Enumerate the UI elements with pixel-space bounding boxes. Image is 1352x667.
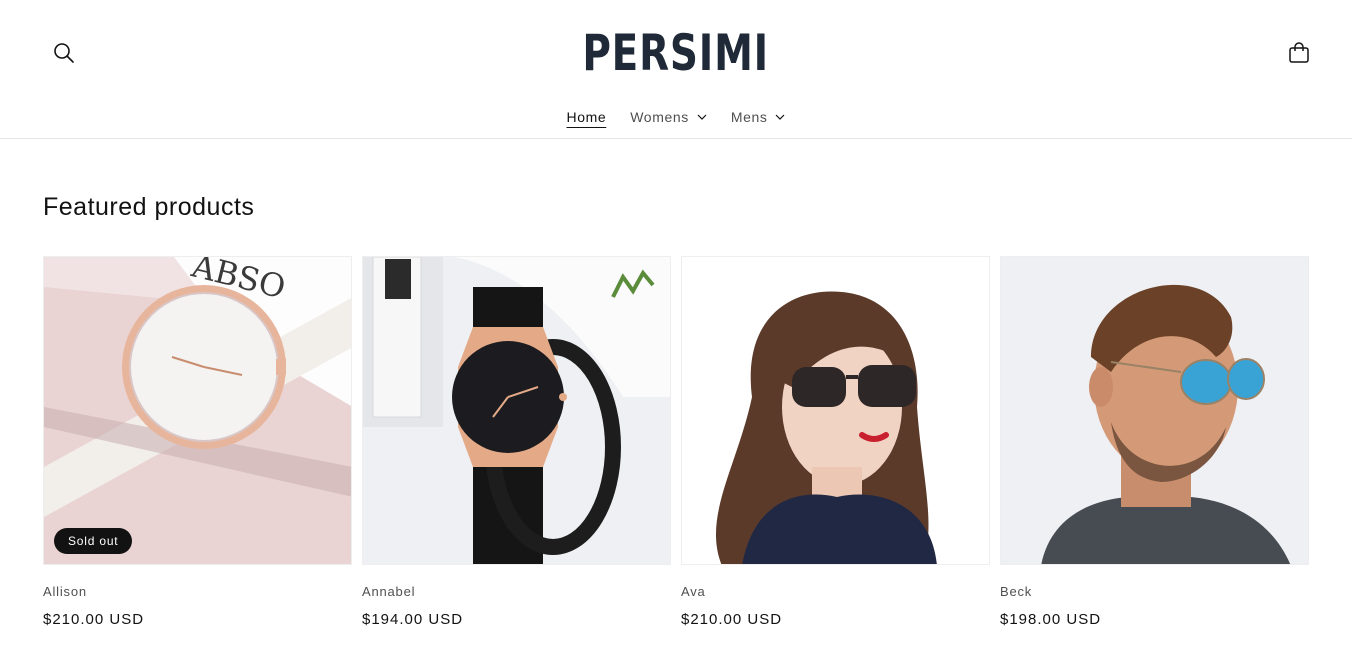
site-logo[interactable]: PERSIMI (576, 20, 776, 86)
nav-item-mens[interactable]: Mens (719, 100, 798, 134)
product-price: $198.00 USD (1000, 611, 1102, 628)
product-image[interactable] (362, 256, 671, 565)
search-button[interactable] (46, 35, 82, 71)
product-image[interactable] (681, 256, 990, 565)
sold-out-badge: Sold out (54, 528, 133, 554)
nav-item-label: Mens (730, 109, 768, 125)
section-title: Featured products (43, 193, 255, 221)
product-name[interactable]: Allison (43, 584, 352, 600)
product-price: $210.00 USD (681, 611, 783, 628)
cart-button[interactable] (1281, 35, 1317, 71)
site-header: PERSIMI Home Womens Mens (0, 0, 1352, 139)
main-nav: Home Womens Mens (0, 100, 1352, 134)
product-card[interactable]: ABSO Sold out Allison $210.00 USD (43, 256, 352, 628)
logo-text: PERSIMI (582, 24, 770, 82)
product-name[interactable]: Beck (1000, 584, 1309, 600)
product-card[interactable]: Beck $198.00 USD (1000, 256, 1309, 628)
product-image[interactable] (1000, 256, 1309, 565)
nav-item-womens[interactable]: Womens (618, 100, 719, 134)
nav-item-home[interactable]: Home (555, 100, 619, 134)
product-card[interactable]: Annabel $194.00 USD (362, 256, 671, 628)
chevron-down-icon (697, 114, 707, 120)
product-price: $210.00 USD (43, 611, 145, 628)
search-icon (54, 43, 74, 63)
product-price: $194.00 USD (362, 611, 464, 628)
product-image[interactable]: ABSO Sold out (43, 256, 352, 565)
product-name[interactable]: Annabel (362, 584, 671, 600)
nav-item-label: Womens (630, 109, 689, 125)
cart-icon (1289, 42, 1309, 63)
product-name[interactable]: Ava (681, 584, 990, 600)
product-card[interactable]: Ava $210.00 USD (681, 256, 990, 628)
nav-item-label: Home (566, 109, 607, 125)
chevron-down-icon (775, 114, 785, 120)
